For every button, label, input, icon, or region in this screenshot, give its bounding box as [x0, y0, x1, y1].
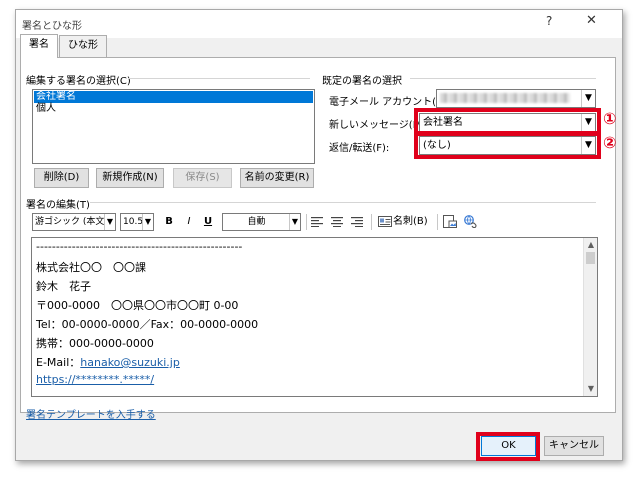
- business-card-icon[interactable]: [378, 216, 392, 227]
- insert-picture-icon[interactable]: [443, 215, 457, 228]
- new-button[interactable]: 新規作成(N): [96, 168, 164, 188]
- toolbar-separator: [371, 214, 372, 230]
- chevron-down-icon[interactable]: ▼: [104, 214, 115, 230]
- chevron-down-icon[interactable]: ▼: [142, 214, 153, 230]
- signature-address: 〒000-0000 〇〇県〇〇市〇〇町 0-00: [36, 299, 239, 312]
- select-signature-label: 編集する署名の選択(C): [26, 76, 131, 87]
- title-bar: [16, 10, 622, 38]
- reply-forward-label: 返信/転送(F):: [329, 143, 390, 154]
- align-left-icon[interactable]: [311, 217, 323, 227]
- window-title: 署名とひな形: [22, 21, 82, 32]
- email-account-combo[interactable]: ▼: [436, 89, 596, 108]
- tab-stationery[interactable]: ひな形: [59, 35, 107, 57]
- business-card-button[interactable]: 名刺(B): [393, 213, 433, 231]
- edit-signature-label: 署名の編集(T): [26, 200, 90, 211]
- rename-button[interactable]: 名前の変更(R): [240, 168, 314, 188]
- signature-name: 鈴木 花子: [36, 280, 91, 293]
- default-signature-label: 既定の署名の選択: [322, 76, 402, 87]
- chevron-down-icon[interactable]: ▼: [289, 214, 300, 230]
- font-size-value: 10.5: [123, 217, 144, 227]
- signature-company: 株式会社〇〇 〇〇課: [36, 261, 146, 274]
- toolbar-separator: [437, 214, 438, 230]
- chevron-down-icon[interactable]: ▼: [581, 90, 595, 107]
- font-size-combo[interactable]: 10.5 ▼: [120, 213, 154, 231]
- redacted-account: [440, 93, 570, 103]
- font-color-value: 自動: [247, 217, 266, 227]
- annotation-2: ②: [603, 133, 617, 152]
- font-combo[interactable]: 游ゴシック (本文の ▼: [32, 213, 116, 231]
- align-right-icon[interactable]: [351, 217, 363, 227]
- signature-email-link[interactable]: hanako@suzuki.jp: [80, 356, 180, 369]
- bold-button[interactable]: B: [162, 213, 176, 231]
- signature-email-prefix: E-Mail：: [36, 356, 81, 369]
- delete-button[interactable]: 削除(D): [34, 168, 89, 188]
- signature-url-link[interactable]: https://********.*****/: [36, 373, 154, 386]
- get-templates-link[interactable]: 署名テンプレートを入手する: [26, 406, 156, 421]
- insert-hyperlink-icon[interactable]: [464, 215, 478, 228]
- cancel-button[interactable]: キャンセル: [544, 436, 604, 456]
- signature-mobile: 携帯：000-0000-0000: [36, 337, 154, 350]
- underline-button[interactable]: U: [201, 213, 215, 231]
- signature-listbox[interactable]: 会社署名 個人: [32, 89, 315, 164]
- save-button[interactable]: 保存(S): [173, 168, 232, 188]
- font-color-combo[interactable]: 自動 ▼: [222, 213, 301, 231]
- scroll-up-icon[interactable]: ▲: [584, 239, 598, 251]
- highlight-box-reply-forward: [414, 131, 601, 159]
- font-value: 游ゴシック (本文の: [35, 217, 114, 227]
- align-center-icon[interactable]: [331, 217, 343, 227]
- scroll-down-icon[interactable]: ▼: [584, 383, 598, 395]
- signature-tel-fax: Tel：00-0000-0000／Fax：00-0000-0000: [36, 318, 259, 331]
- section-divider: [90, 202, 596, 203]
- help-icon[interactable]: ?: [546, 14, 552, 28]
- section-divider: [128, 78, 310, 79]
- signature-divider-line: ----------------------------------------…: [36, 240, 243, 253]
- editor-scrollbar[interactable]: ▲ ▼: [583, 238, 597, 396]
- highlight-box-ok: [476, 432, 540, 461]
- close-icon[interactable]: ✕: [586, 13, 597, 28]
- toolbar-separator: [306, 214, 307, 230]
- italic-button[interactable]: I: [182, 213, 196, 231]
- annotation-1: ①: [603, 109, 617, 128]
- list-item-company[interactable]: 会社署名: [34, 91, 313, 103]
- signature-email-line: E-Mail：hanako@suzuki.jp: [36, 354, 180, 370]
- list-item-personal[interactable]: 個人: [34, 103, 313, 115]
- scroll-thumb[interactable]: [586, 252, 595, 264]
- email-account-label: 電子メール アカウント(A):: [329, 97, 451, 108]
- signature-editor[interactable]: ----------------------------------------…: [31, 237, 598, 397]
- tab-signature[interactable]: 署名: [20, 34, 58, 58]
- section-divider: [410, 78, 596, 79]
